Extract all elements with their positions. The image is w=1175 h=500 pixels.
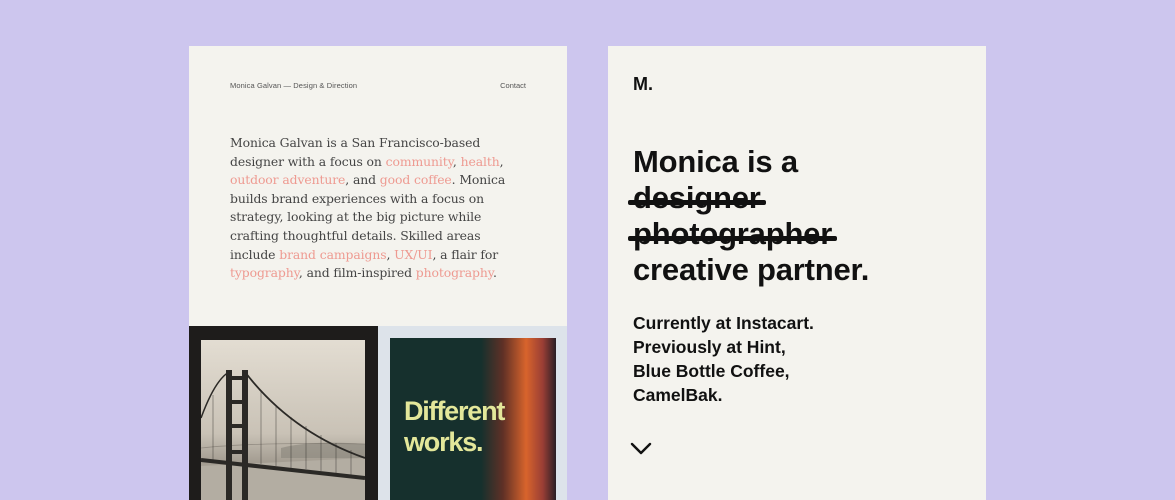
bio-text: , and	[345, 172, 380, 188]
golden-gate-photo[interactable]	[189, 326, 378, 500]
bio-text: , a flair for	[432, 246, 499, 262]
poster-headline: Different works.	[404, 396, 505, 457]
link-good-coffee[interactable]: good coffee	[380, 172, 452, 187]
site-brand-link[interactable]: Monica Galvan — Design & Direction	[230, 81, 357, 90]
bio-text: ,	[499, 153, 504, 169]
different-works-photo[interactable]: Different works.	[378, 326, 567, 500]
work-history-line: Currently at Instacart.	[633, 313, 814, 333]
contact-link[interactable]: Contact	[500, 81, 526, 90]
work-history-line: Blue Bottle Coffee,	[633, 361, 790, 381]
link-outdoor-adventure[interactable]: outdoor adventure	[230, 172, 345, 187]
bio-text: ,	[452, 153, 461, 169]
bridge-illustration	[201, 370, 365, 500]
bio-text: ,	[386, 246, 395, 262]
portfolio-card-right: M. Monica is a designer photographer cre…	[608, 46, 986, 500]
struck-word-photographer: photographer	[627, 216, 838, 251]
bio-text: .	[493, 265, 497, 281]
work-history-line: Previously at Hint,	[633, 337, 786, 357]
headline-line-1: Monica is a	[633, 144, 798, 179]
link-brand-campaigns[interactable]: brand campaigns	[279, 247, 386, 262]
bridge-image	[201, 340, 365, 500]
poster-image: Different works.	[390, 338, 556, 500]
bio-text: , and film-inspired	[298, 265, 416, 281]
bio-paragraph: Monica Galvan is a San Francisco-based d…	[230, 134, 520, 283]
work-history-line: CamelBak.	[633, 385, 723, 405]
struck-word-designer: designer	[628, 180, 766, 215]
headline-line-4: creative partner.	[633, 252, 870, 287]
work-history: Currently at Instacart. Previously at Hi…	[633, 311, 814, 407]
link-community[interactable]: community	[386, 154, 453, 169]
link-ux-ui[interactable]: UX/UI	[394, 247, 432, 262]
link-photography[interactable]: photography	[416, 265, 493, 280]
link-typography[interactable]: typography	[230, 265, 299, 280]
portfolio-card-left: Monica Galvan — Design & Direction Conta…	[189, 46, 567, 500]
logo[interactable]: M.	[633, 74, 653, 95]
chevron-down-icon[interactable]	[630, 442, 652, 456]
hero-headline: Monica is a designer photographer creati…	[627, 144, 870, 288]
link-health[interactable]: health	[461, 154, 500, 169]
